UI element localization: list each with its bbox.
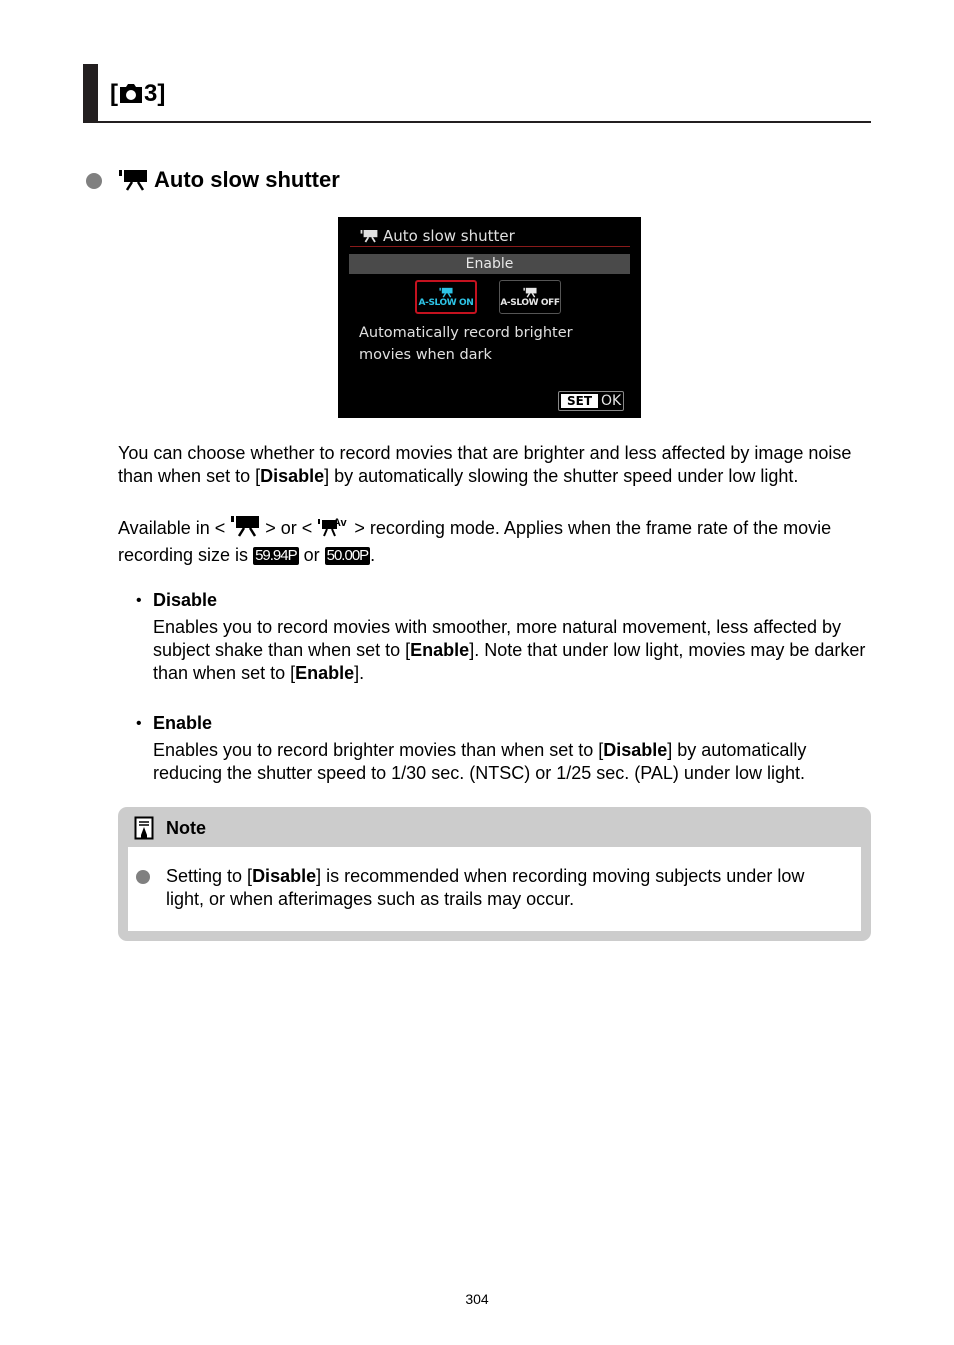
movie-camera-icon xyxy=(439,287,453,298)
option-label: A-SLOW ON xyxy=(418,297,474,308)
bold-term: Enable xyxy=(295,663,355,683)
bold-term: Disable xyxy=(260,466,325,486)
text: Available in < xyxy=(118,518,226,538)
screen-title: Auto slow shutter xyxy=(360,227,515,245)
screen-description: Automatically record brighter movies whe… xyxy=(359,322,619,366)
camera-menu-screen: Auto slow shutter Enable A-SLOW ON A-SLO… xyxy=(338,217,641,418)
subsection-bullet xyxy=(86,173,102,189)
item-body-enable: Enables you to record brighter movies th… xyxy=(153,739,873,785)
section-title-suffix: 3] xyxy=(144,80,166,107)
text: ] by automatically slowing the shutter s… xyxy=(324,466,799,486)
screen-title-text: Auto slow shutter xyxy=(383,227,515,245)
item-title-disable: Disable xyxy=(153,590,218,610)
bold-term: Enable xyxy=(410,640,470,660)
movie-camera-icon xyxy=(119,170,147,191)
bold-term: Disable xyxy=(252,866,317,886)
note-memo-icon xyxy=(134,816,154,840)
screen-description-line: Automatically record brighter xyxy=(359,325,573,341)
text: or xyxy=(298,545,325,565)
screen-selected-value: Enable xyxy=(349,254,630,274)
frame-rate-badge: 50.00P xyxy=(324,547,371,565)
set-ok-button[interactable]: SET OK xyxy=(558,391,624,411)
note-bullet xyxy=(136,870,150,884)
item-title-enable: Enable xyxy=(153,713,213,733)
subsection-title-text: Auto slow shutter xyxy=(154,167,340,192)
movie-camera-icon xyxy=(360,230,378,243)
note-title: Note xyxy=(166,818,206,838)
text: Setting to [ xyxy=(166,866,253,886)
movie-av-mode-icon: Av xyxy=(318,517,348,537)
intro-paragraph: You can choose whether to record movies … xyxy=(118,442,868,488)
option-a-slow-on[interactable]: A-SLOW ON xyxy=(415,280,477,314)
option-label: A-SLOW OFF xyxy=(500,297,560,308)
ok-label: OK xyxy=(601,393,622,409)
svg-text:Av: Av xyxy=(333,517,348,529)
section-header-bar xyxy=(83,64,98,123)
screen-title-divider xyxy=(350,246,630,247)
text: . xyxy=(370,545,376,565)
list-bullet: • xyxy=(136,592,142,609)
text: Enables you to record brighter movies th… xyxy=(153,740,604,760)
frame-rate-badge: 59.94P xyxy=(253,547,299,565)
text: > or < xyxy=(265,518,313,538)
list-bullet: • xyxy=(136,715,142,732)
text: > recording mode. Applies when the frame… xyxy=(118,518,832,565)
bold-term: Disable xyxy=(603,740,668,760)
option-a-slow-off[interactable]: A-SLOW OFF xyxy=(499,280,561,314)
note-box: Note Setting to [Disable] is recommended… xyxy=(118,807,871,941)
movie-camera-icon xyxy=(523,287,537,298)
note-text: Setting to [Disable] is recommended when… xyxy=(166,865,846,911)
section-header-rule xyxy=(83,121,871,123)
page-number: 304 xyxy=(465,1291,489,1307)
movie-mode-icon xyxy=(231,516,260,537)
availability-paragraph: Available in < > or < Av > recording mod… xyxy=(118,515,868,569)
camera-shooting-icon xyxy=(120,84,142,103)
section-title-prefix: [ xyxy=(110,80,118,107)
section-title: [ 3] xyxy=(110,78,165,110)
screen-description-line: movies when dark xyxy=(359,347,492,363)
note-content: Setting to [Disable] is recommended when… xyxy=(128,847,861,931)
text: ]. xyxy=(354,663,365,683)
item-body-disable: Enables you to record movies with smooth… xyxy=(153,616,873,685)
set-key-label: SET xyxy=(561,394,599,408)
subsection-title: Auto slow shutter xyxy=(118,166,340,194)
